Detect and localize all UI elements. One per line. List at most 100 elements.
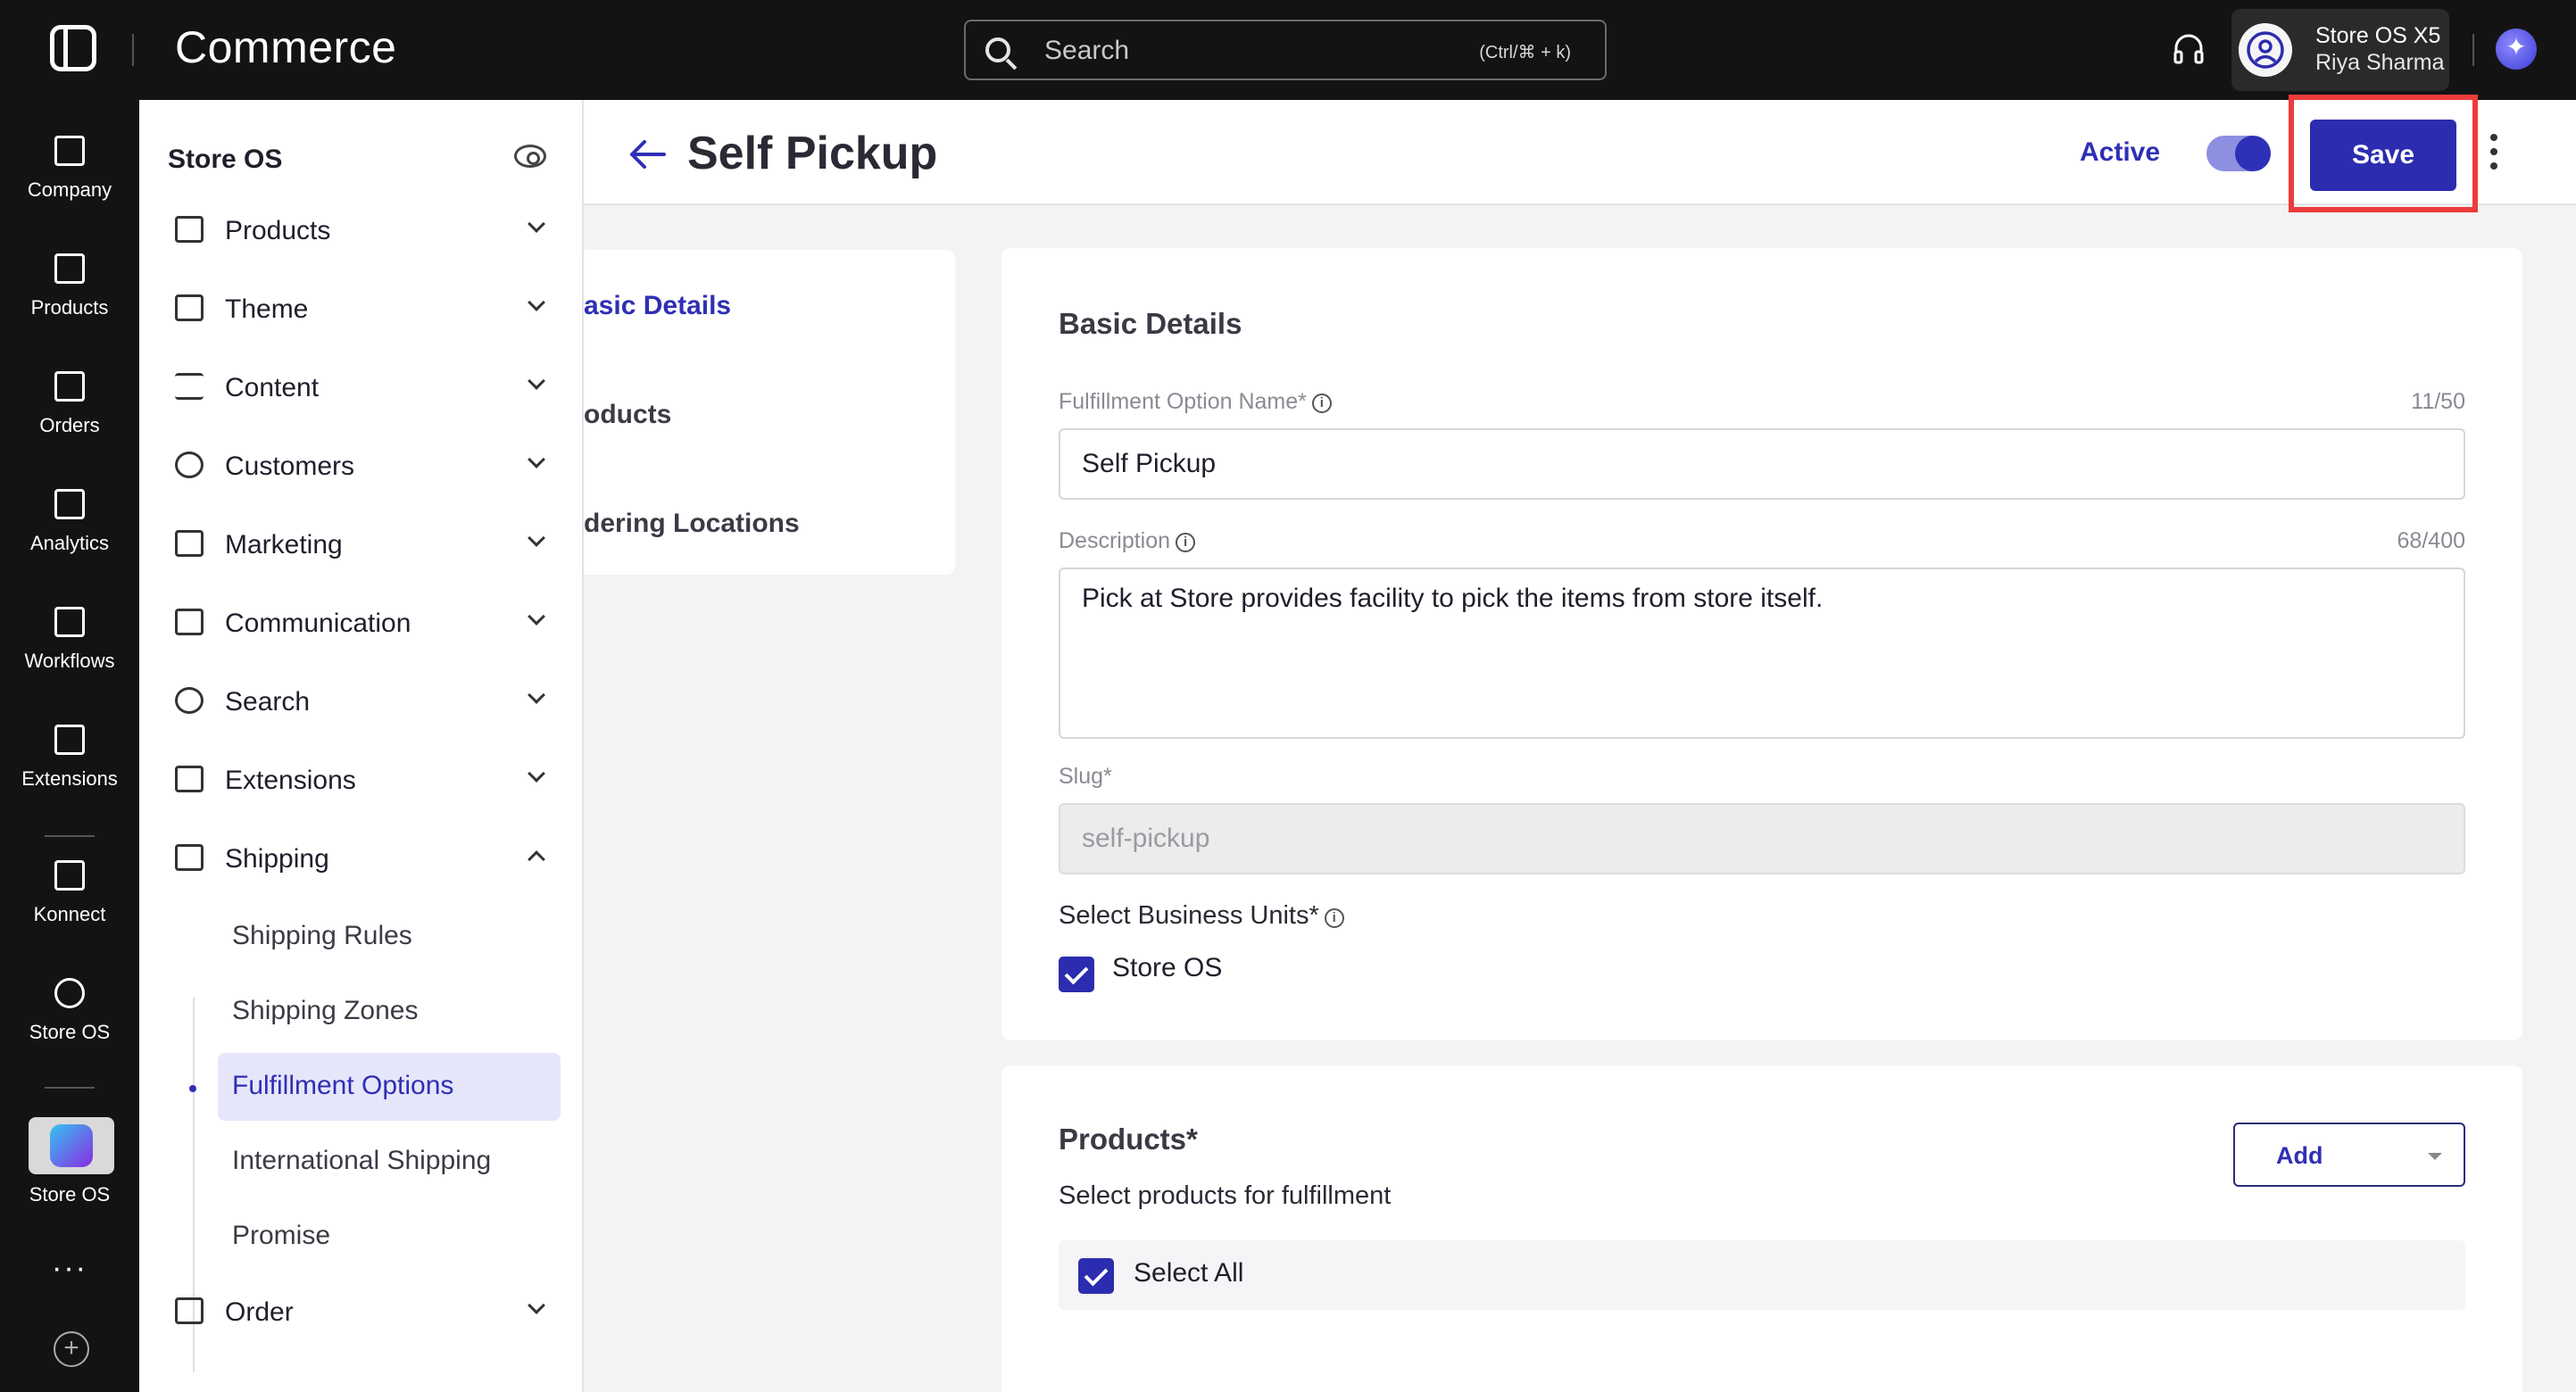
- konnect-icon: [54, 860, 85, 891]
- active-toggle[interactable]: [2206, 136, 2271, 171]
- page-header: Self Pickup Active Save: [584, 95, 2576, 212]
- chevron-down-icon: [528, 765, 545, 783]
- rail-item-company[interactable]: Company: [0, 136, 139, 202]
- rail-item-products[interactable]: Products: [0, 253, 139, 319]
- more-options-icon[interactable]: [2490, 134, 2499, 173]
- support-headset-icon[interactable]: [2171, 32, 2206, 68]
- ai-assistant-icon[interactable]: ✦: [2496, 29, 2537, 70]
- info-icon: i: [1324, 908, 1344, 928]
- chevron-down-icon: [528, 451, 545, 468]
- rail-item-storeos-app[interactable]: [29, 1117, 114, 1174]
- chevron-down-icon: [528, 529, 545, 547]
- active-dot: [189, 1085, 196, 1092]
- chevron-down-icon: [528, 1297, 545, 1314]
- rail-item-storeos[interactable]: Store OS: [0, 978, 139, 1044]
- select-all-checkbox[interactable]: [1078, 1258, 1114, 1294]
- layout-icon: [175, 294, 204, 321]
- sidebar-item-theme[interactable]: Theme: [175, 284, 550, 334]
- name-counter: 11/50: [2411, 389, 2465, 414]
- sidebar-subitem-international-shipping[interactable]: International Shipping: [232, 1146, 491, 1176]
- divider: [2472, 34, 2474, 66]
- sidebar: Store OS Products Theme Content Customer…: [139, 100, 584, 1392]
- sidebar-item-search[interactable]: Search: [175, 676, 550, 726]
- account-switcher[interactable]: Store OS X5 Riya Sharma: [2231, 9, 2449, 91]
- rail-divider: [45, 1087, 95, 1089]
- basic-details-title: Basic Details: [1059, 307, 1242, 340]
- slug-label: Slug*: [1059, 764, 1112, 789]
- chevron-down-icon: [528, 372, 545, 390]
- business-units-label: Select Business Units* i: [1059, 901, 1344, 931]
- rail-item-analytics[interactable]: Analytics: [0, 489, 139, 555]
- sidebar-item-order[interactable]: Order: [175, 1287, 550, 1337]
- add-app-icon[interactable]: +: [54, 1331, 89, 1367]
- rail-item-workflows[interactable]: Workflows: [0, 607, 139, 673]
- search-list-icon: [175, 687, 204, 714]
- sidebar-subitem-fulfillment-options[interactable]: Fulfillment Options: [218, 1053, 561, 1121]
- sidebar-item-shipping[interactable]: Shipping: [175, 833, 550, 883]
- back-arrow-icon[interactable]: [627, 134, 668, 175]
- sidebar-item-content[interactable]: Content: [175, 362, 550, 412]
- search-input[interactable]: Search (Ctrl/⌘ + k): [964, 20, 1607, 80]
- app-rail: Company Products Orders Analytics Workfl…: [0, 100, 139, 1392]
- more-icon[interactable]: ···: [0, 1251, 139, 1286]
- info-icon: i: [1311, 394, 1332, 413]
- eye-icon[interactable]: [514, 145, 546, 168]
- sidebar-item-customers[interactable]: Customers: [175, 441, 550, 491]
- section-link-ordering-locations[interactable]: dering Locations: [584, 509, 800, 539]
- bag-icon: [54, 371, 85, 402]
- rail-item-konnect[interactable]: Konnect: [0, 860, 139, 926]
- chevron-down-icon: [528, 215, 545, 233]
- search-placeholder: Search: [1044, 36, 1130, 65]
- puzzle-icon: [175, 766, 204, 792]
- fulfillment-name-field[interactable]: [1059, 428, 2465, 500]
- sidebar-item-products[interactable]: Products: [175, 205, 550, 255]
- chat-icon: [175, 609, 204, 635]
- business-unit-checkbox[interactable]: [1059, 957, 1094, 992]
- brand-name: Commerce: [175, 22, 397, 72]
- chart-icon: [54, 489, 85, 519]
- section-link-basic-details[interactable]: asic Details: [584, 291, 731, 321]
- storeos-icon: [54, 978, 85, 1008]
- chevron-down-icon: [528, 294, 545, 311]
- chevron-down-icon: [528, 608, 545, 626]
- box-icon: [175, 216, 204, 243]
- building-icon: [54, 136, 85, 166]
- marketing-icon: [175, 530, 204, 557]
- description-field[interactable]: Pick at Store provides facility to pick …: [1059, 568, 2465, 739]
- divider: [132, 34, 134, 66]
- sidebar-subitem-shipping-zones[interactable]: Shipping Zones: [232, 996, 418, 1026]
- box-icon: [54, 253, 85, 284]
- description-counter: 68/400: [2397, 528, 2465, 553]
- page-title: Self Pickup: [687, 128, 938, 179]
- products-subtitle: Select products for fulfillment: [1059, 1181, 1392, 1210]
- list-icon: [175, 373, 204, 400]
- caret-down-icon: [2428, 1153, 2442, 1160]
- puzzle-icon: [54, 725, 85, 755]
- rail-item-extensions[interactable]: Extensions: [0, 725, 139, 791]
- rail-item-storeos-app-label: Store OS: [29, 1183, 111, 1206]
- sidebar-item-communication[interactable]: Communication: [175, 598, 550, 648]
- sidebar-item-marketing[interactable]: Marketing: [175, 519, 550, 569]
- sidebar-toggle-icon[interactable]: [50, 25, 96, 71]
- rail-item-orders[interactable]: Orders: [0, 371, 139, 437]
- select-all-row[interactable]: Select All: [1059, 1240, 2465, 1310]
- users-icon: [175, 452, 204, 478]
- rail-divider: [45, 835, 95, 837]
- description-label: Description i: [1059, 528, 1196, 554]
- storeos-app-icon: [50, 1124, 93, 1167]
- user-avatar-icon: [2239, 23, 2292, 77]
- workflow-icon: [54, 607, 85, 637]
- active-label: Active: [2080, 137, 2161, 167]
- select-all-label: Select All: [1134, 1258, 1244, 1288]
- sidebar-subitem-shipping-rules[interactable]: Shipping Rules: [232, 921, 412, 951]
- truck-icon: [175, 844, 204, 871]
- add-products-dropdown[interactable]: Add: [2233, 1123, 2465, 1187]
- sidebar-item-extensions[interactable]: Extensions: [175, 755, 550, 805]
- account-user: Riya Sharma: [2315, 50, 2445, 75]
- account-name: Store OS X5: [2315, 23, 2441, 48]
- save-button[interactable]: Save: [2310, 120, 2456, 191]
- sidebar-title: Store OS: [168, 145, 283, 174]
- sidebar-subitem-promise[interactable]: Promise: [232, 1221, 330, 1251]
- top-bar: Commerce Search (Ctrl/⌘ + k) Store OS X5…: [0, 0, 2576, 100]
- section-link-products[interactable]: oducts: [584, 400, 671, 430]
